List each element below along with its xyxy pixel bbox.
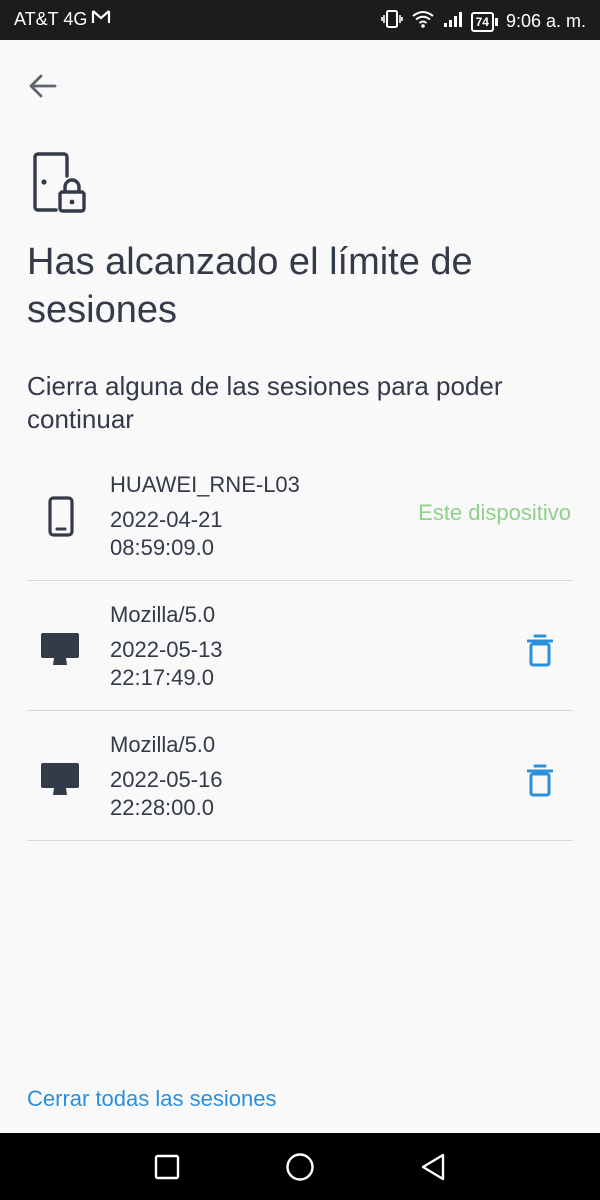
delete-session-button[interactable] xyxy=(525,762,555,798)
status-right: 74 9:06 a. m. xyxy=(380,9,586,34)
status-left: AT&T 4G xyxy=(14,9,119,30)
navigation-bar xyxy=(0,1133,600,1200)
session-device-name: Mozilla/5.0 xyxy=(110,602,216,627)
phone-icon xyxy=(39,495,83,539)
session-details: Mozilla/5.0 2022-05-16 22:28:00.0 xyxy=(110,730,223,822)
vibrate-icon xyxy=(380,9,403,34)
recents-button[interactable] xyxy=(150,1150,184,1184)
session-time: 08:59:09.0 xyxy=(110,535,214,560)
current-device-label: Este dispositivo xyxy=(418,500,571,525)
square-icon xyxy=(154,1154,180,1180)
session-details: Mozilla/5.0 2022-05-13 22:17:49.0 xyxy=(110,600,223,692)
signal-icon xyxy=(443,10,463,33)
session-time: 22:28:00.0 xyxy=(110,795,214,820)
page-title: Has alcanzado el límite de sesiones xyxy=(27,241,473,331)
session-details: HUAWEI_RNE-L03 2022-04-21 08:59:09.0 xyxy=(110,470,300,562)
status-bar: AT&T 4G 74 9:06 a. m. xyxy=(0,0,600,40)
session-time: 22:17:49.0 xyxy=(110,665,214,690)
session-list: HUAWEI_RNE-L03 2022-04-21 08:59:09.0 Est… xyxy=(27,462,573,852)
back-nav-button[interactable] xyxy=(416,1150,450,1184)
home-button[interactable] xyxy=(283,1150,317,1184)
close-all-sessions-link[interactable]: Cerrar todas las sesiones xyxy=(27,1086,276,1112)
session-date: 2022-05-13 xyxy=(110,637,223,662)
session-item: Mozilla/5.0 2022-05-16 22:28:00.0 xyxy=(27,722,573,841)
page-subtitle: Cierra alguna de las sesiones para poder… xyxy=(27,371,503,434)
clock: 9:06 a. m. xyxy=(505,11,586,31)
session-device-name: Mozilla/5.0 xyxy=(110,732,216,757)
circle-icon xyxy=(286,1153,314,1181)
gmail-icon xyxy=(91,9,111,30)
carrier-label: AT&T 4G xyxy=(14,9,88,29)
wifi-icon xyxy=(411,9,435,34)
session-date: 2022-05-16 xyxy=(110,767,223,792)
trash-icon xyxy=(527,764,553,797)
desktop-icon xyxy=(40,760,84,804)
battery-level: 74 xyxy=(470,11,494,32)
session-item: HUAWEI_RNE-L03 2022-04-21 08:59:09.0 Est… xyxy=(27,462,573,581)
delete-session-button[interactable] xyxy=(525,632,555,668)
desktop-icon xyxy=(40,630,84,674)
arrow-left-icon xyxy=(29,74,57,98)
session-device-name: HUAWEI_RNE-L03 xyxy=(110,472,300,497)
session-date: 2022-04-21 xyxy=(110,507,223,532)
back-button[interactable] xyxy=(22,66,62,106)
trash-icon xyxy=(527,634,553,667)
session-item: Mozilla/5.0 2022-05-13 22:17:49.0 xyxy=(27,592,573,711)
battery-icon: 74 xyxy=(470,11,498,32)
door-lock-icon xyxy=(30,152,90,216)
triangle-back-icon xyxy=(421,1153,445,1181)
